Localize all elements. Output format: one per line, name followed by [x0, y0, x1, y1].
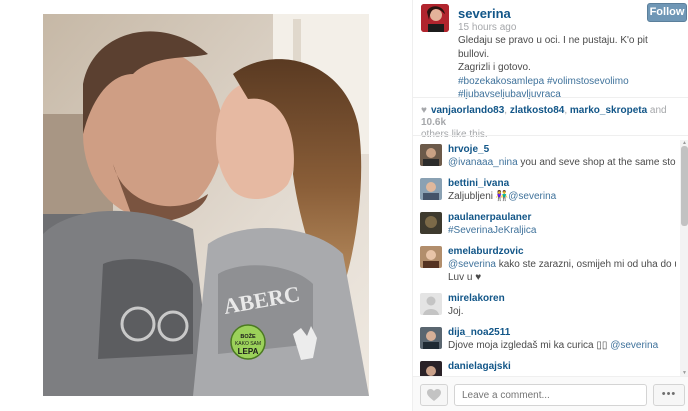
comment-hashtag[interactable]: #SeverinaJeKraljica	[448, 225, 536, 236]
comment-scrollbar[interactable]: ▲ ▼	[680, 140, 688, 376]
heart-icon: ♥	[421, 105, 427, 116]
comment-text: Joj.	[448, 306, 464, 317]
like-button[interactable]	[420, 384, 448, 406]
comment: bettini_ivana Zaljubljeni 👫@severina	[413, 174, 679, 208]
commenter-username[interactable]: mirelakoren	[448, 293, 505, 304]
comment-mention[interactable]: @severina	[448, 259, 496, 270]
comment-list[interactable]: hrvoje_5 @ivanaaa_nina you and seve shop…	[413, 140, 679, 376]
post-details: severina Follow 15 hours ago Gledaju se …	[412, 0, 688, 411]
commenter-username[interactable]: bettini_ivana	[448, 178, 509, 189]
heart-icon	[427, 389, 441, 401]
post-caption: Gledaju se pravo u oci. I ne pustaju. K'…	[458, 34, 678, 102]
comment-text: @severina kako ste zarazni, osmijeh mi o…	[448, 258, 676, 271]
owner-username-link[interactable]: severina	[458, 6, 511, 21]
comment: paulanerpaulaner #SeverinaJeKraljica	[413, 208, 679, 242]
commenter-username[interactable]: dija_noa2511	[448, 327, 510, 338]
svg-text:LEPA: LEPA	[238, 347, 259, 356]
caption-line: Zagrizli i gotovo.	[458, 62, 531, 73]
comment-mention[interactable]: @ivanaaa_nina	[448, 157, 518, 168]
commenter-avatar[interactable]	[420, 293, 442, 315]
divider	[413, 97, 688, 98]
comment-body: Djove moja izgledaš mi ka curica ▯▯	[448, 340, 611, 351]
commenter-avatar[interactable]	[420, 178, 442, 200]
comment-mention[interactable]: @severina	[508, 191, 556, 202]
commenter-username[interactable]: emelaburdzovic	[448, 246, 524, 257]
photo-illustration: ABERC BOŽE KAKO SAM LEPA	[43, 14, 369, 396]
commenter-username[interactable]: hrvoje_5	[448, 144, 489, 155]
comment: mirelakoren Joj.	[413, 289, 679, 323]
comment-text: Djove moja izgledaš mi ka curica ▯▯ @sev…	[448, 339, 676, 352]
comment-text: @ivanaaa_nina you and seve shop at the s…	[448, 156, 676, 169]
comment: hrvoje_5 @ivanaaa_nina you and seve shop…	[413, 140, 679, 174]
follow-button[interactable]: Follow	[647, 3, 687, 22]
comment-body: you and seve shop at the same store...	[517, 157, 676, 168]
divider	[413, 135, 688, 136]
commenter-username[interactable]: danielagajski	[448, 361, 511, 372]
liker-link[interactable]: zlatkosto84	[510, 105, 564, 116]
commenter-username[interactable]: paulanerpaulaner	[448, 212, 531, 223]
likes-count[interactable]: 10.6k	[421, 117, 446, 128]
comment: danielagajski ♥♥♥	[413, 357, 679, 376]
comment-input[interactable]	[454, 384, 647, 406]
owner-avatar[interactable]	[421, 4, 449, 32]
comment: dija_noa2511 Djove moja izgledaš mi ka c…	[413, 323, 679, 357]
svg-text:BOŽE: BOŽE	[240, 332, 256, 340]
commenter-avatar[interactable]	[420, 246, 442, 268]
ellipsis-icon[interactable]: •••	[653, 384, 685, 406]
comment: emelaburdzovic @severina kako ste zarazn…	[413, 242, 679, 289]
commenter-avatar[interactable]	[420, 144, 442, 166]
commenter-avatar[interactable]	[420, 212, 442, 234]
comment-footer: •••	[413, 376, 688, 411]
post-header: severina Follow 15 hours ago Gledaju se …	[413, 0, 688, 100]
comment-mention[interactable]: @severina	[610, 340, 658, 351]
commenter-avatar[interactable]	[420, 361, 442, 376]
caption-line: Gledaju se pravo u oci. I ne pustaju. K'…	[458, 35, 648, 60]
comment-text: #SeverinaJeKraljica	[448, 224, 676, 237]
likes-and: and	[647, 105, 667, 116]
liker-link[interactable]: vanjaorlando83	[431, 105, 504, 116]
post-timestamp[interactable]: 15 hours ago	[458, 22, 516, 33]
comment-body: kako ste zarazni, osmijeh mi od uha do u…	[495, 259, 676, 270]
comment-body: Zaljubljeni 👫	[448, 191, 509, 202]
commenter-avatar[interactable]	[420, 327, 442, 349]
comment-text: Zaljubljeni 👫@severina	[448, 190, 676, 203]
scroll-thumb[interactable]	[681, 146, 688, 226]
caption-hashtags[interactable]: #ljubavseljubavljuvraca	[458, 88, 678, 102]
photo-pane: ABERC BOŽE KAKO SAM LEPA	[0, 0, 412, 411]
liker-link[interactable]: marko_skropeta	[570, 105, 647, 116]
post-photo[interactable]: ABERC BOŽE KAKO SAM LEPA	[43, 14, 369, 396]
caption-hashtags[interactable]: #bozekakosamlepa #volimstosevolimo	[458, 75, 678, 89]
comment-text-line2: Luv u ♥	[448, 272, 482, 283]
